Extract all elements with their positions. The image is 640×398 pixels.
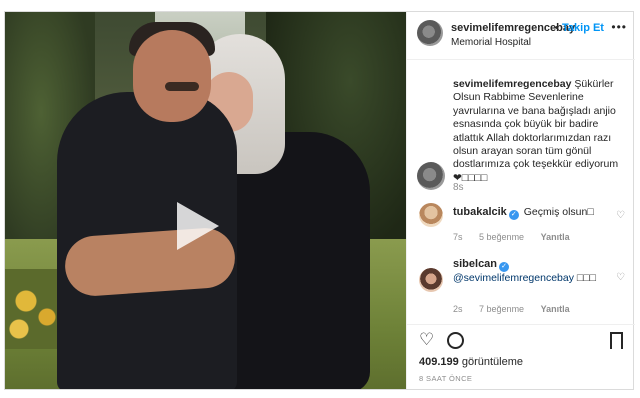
comment-username[interactable]: sibelcan [453,258,497,270]
play-icon[interactable] [177,202,219,250]
verified-badge-icon: ✓ [499,262,510,272]
header-separator: • [555,22,559,34]
post-frame: sevimelifemregencebay • Takip Et Memoria… [4,11,635,390]
video-player[interactable] [5,12,406,389]
comment-item: sibelcan ✓ @sevimelifemregencebay □□□ [453,258,623,285]
comment-text: □□□ [576,272,596,284]
avatar[interactable] [417,20,443,46]
comment-avatar[interactable] [419,268,443,292]
post-side-panel: sevimelifemregencebay • Takip Et Memoria… [406,12,635,389]
comments-list[interactable]: sevimelifemregencebay Şükürler Olsun Rab… [407,60,635,322]
caption-avatar[interactable] [417,162,445,190]
caption-username[interactable]: sevimelifemregencebay [453,78,571,90]
comment-avatar[interactable] [419,203,443,227]
comment-text: Geçmiş olsun□ [523,206,594,218]
comment-meta: 7s 5 beğenme Yanıtla [453,232,584,242]
verified-badge-icon: ✓ [508,210,519,220]
comment-likes[interactable]: 5 beğenme [479,232,524,242]
comment-like-icon[interactable]: ♡ [616,210,625,221]
caption: sevimelifemregencebay Şükürler Olsun Rab… [453,78,629,185]
comment-username[interactable]: tubakalcik [453,206,507,218]
comment-like-icon[interactable]: ♡ [616,272,625,283]
bookmark-icon[interactable] [610,332,623,349]
comment-likes[interactable]: 7 beğenme [479,304,524,314]
video-man-mustache [165,82,199,91]
caption-text: Şükürler Olsun Rabbime Sevenlerine yavru… [453,78,619,184]
caption-time: 8s [453,182,464,193]
more-options-icon[interactable]: ••• [611,20,627,34]
action-bar: ♡ [407,324,635,352]
reply-button[interactable]: Yanıtla [541,304,570,314]
view-count-number: 409.199 [419,356,459,368]
view-count[interactable]: 409.199 görüntüleme [419,356,523,368]
video-man-head [133,30,211,122]
comment-meta: 2s 7 beğenme Yanıtla [453,304,584,314]
post-timestamp: 8 SAAT ÖNCE [419,374,473,383]
comment-time: 2s [453,304,463,314]
follow-button[interactable]: Takip Et [562,22,604,34]
location-link[interactable]: Memorial Hospital [451,37,531,48]
comment-mention[interactable]: @sevimelifemregencebay [453,272,574,284]
comment-time: 7s [453,232,463,242]
heart-icon[interactable]: ♡ [419,331,437,349]
comment-icon[interactable] [447,332,464,349]
view-count-label: görüntüleme [461,356,523,368]
reply-button[interactable]: Yanıtla [541,232,570,242]
post-header: sevimelifemregencebay • Takip Et Memoria… [407,12,635,60]
comment-item: tubakalcik ✓ Geçmiş olsun□ [453,206,623,220]
